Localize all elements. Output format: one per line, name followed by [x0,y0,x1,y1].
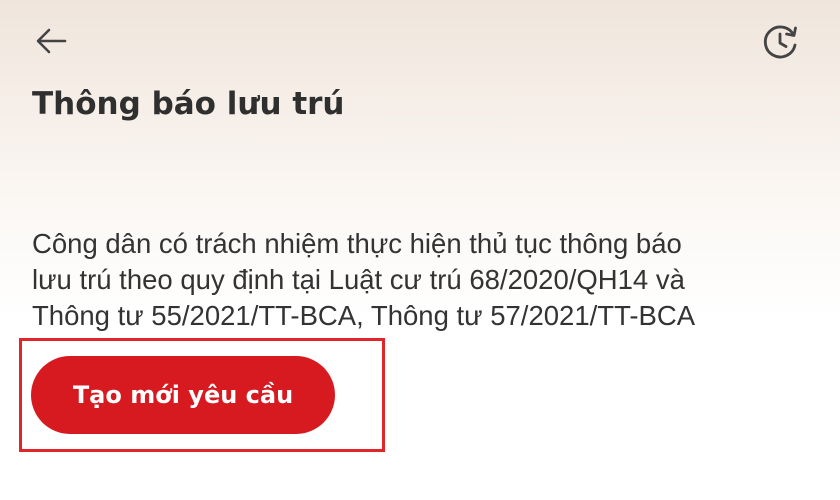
description-line: Công dân có trách nhiệm thực hiện thủ tụ… [32,228,682,259]
create-request-button[interactable]: Tạo mới yêu cầu [31,356,335,434]
description-line: Thông tư 55/2021/TT-BCA, Thông tư 57/202… [32,300,696,331]
page-title: Thông báo lưu trú [32,86,345,122]
top-bar [0,0,840,80]
history-clock-icon [761,22,801,62]
back-button[interactable] [30,22,72,60]
description-line: lưu trú theo quy định tại Luật cư trú 68… [32,264,685,295]
arrow-left-icon [35,27,67,55]
history-button[interactable] [756,20,806,64]
description-text: Công dân có trách nhiệm thực hiện thủ tụ… [32,226,822,334]
